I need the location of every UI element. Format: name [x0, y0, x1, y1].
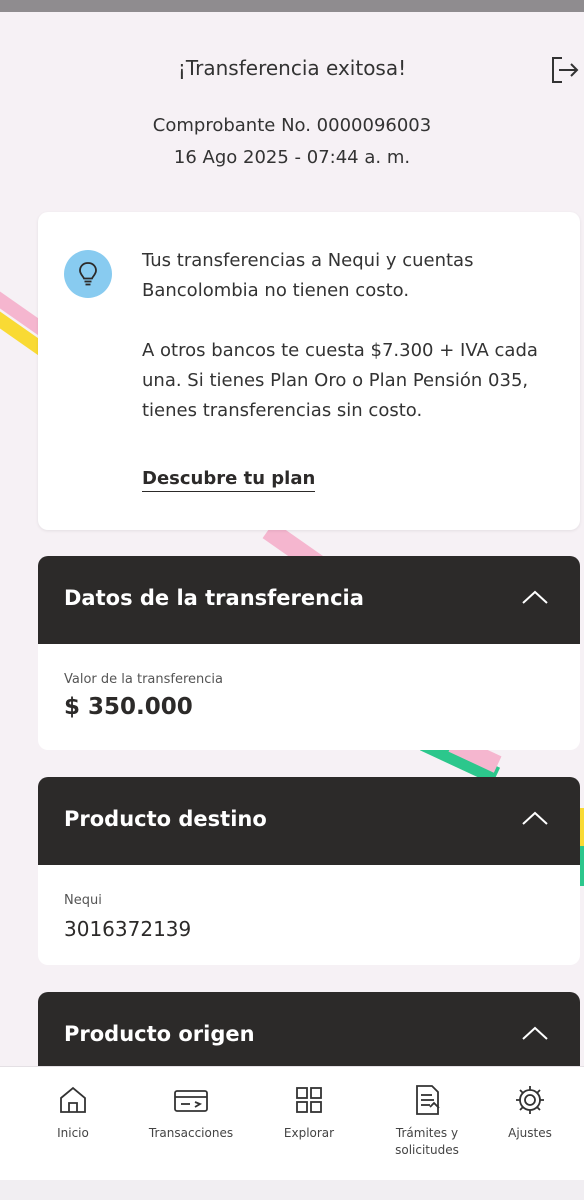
nav-label: Trámites y solicitudes — [395, 1126, 459, 1157]
system-nav-bar — [0, 1180, 584, 1200]
document-icon — [416, 1085, 440, 1115]
chevron-up-icon — [522, 590, 548, 604]
nav-item-tramites[interactable]: Trámites y solicitudes — [372, 1083, 482, 1159]
page-title: ¡Transferencia exitosa! — [177, 56, 407, 80]
section-title: Producto destino — [64, 807, 267, 831]
grid-icon — [296, 1087, 322, 1113]
discover-plan-link[interactable]: Descubre tu plan — [142, 468, 316, 492]
home-icon — [60, 1086, 86, 1113]
destination-label: Nequi — [64, 893, 102, 908]
transfer-value-label: Valor de la transferencia — [64, 672, 224, 687]
transfer-datetime: 16 Ago 2025 - 07:44 a. m. — [173, 147, 411, 168]
info-text: Tus transferencias a Nequi y cuentas Ban… — [142, 246, 562, 426]
nav-item-inicio[interactable]: Inicio — [18, 1083, 128, 1142]
destination-header[interactable]: Producto destino — [38, 777, 580, 865]
info-text-cost: A otros bancos te cuesta $7.300 + IVA ca… — [142, 340, 538, 421]
transfer-data-body: Valor de la transferencia $ 350.000 — [38, 644, 580, 750]
nav-label: Transacciones — [148, 1126, 234, 1140]
transfer-data-header[interactable]: Datos de la transferencia — [38, 556, 580, 644]
gear-icon — [516, 1086, 544, 1114]
chevron-up-icon — [522, 1026, 548, 1040]
bottom-navigation: Inicio Transacciones Explorar Trámites y… — [0, 1066, 584, 1181]
status-bar — [0, 0, 584, 12]
section-title: Producto origen — [64, 1022, 255, 1046]
nav-item-ajustes[interactable]: Ajustes — [480, 1083, 580, 1142]
voucher-number: Comprobante No. 0000096003 — [152, 115, 432, 136]
lightbulb-icon — [64, 250, 112, 298]
nav-label: Ajustes — [508, 1126, 552, 1140]
nav-item-explorar[interactable]: Explorar — [254, 1083, 364, 1142]
destination-account: 3016372139 — [64, 917, 192, 941]
voucher-info: Comprobante No. 0000096003 16 Ago 2025 -… — [0, 110, 584, 174]
transfer-value: $ 350.000 — [64, 694, 193, 720]
transactions-icon — [174, 1090, 208, 1112]
nav-item-transacciones[interactable]: Transacciones — [136, 1083, 246, 1142]
destination-body: Nequi 3016372139 — [38, 865, 580, 965]
logout-icon[interactable] — [548, 54, 580, 86]
nav-label: Inicio — [57, 1126, 89, 1140]
info-text-free: Tus transferencias a Nequi y cuentas Ban… — [142, 250, 474, 301]
info-card: Tus transferencias a Nequi y cuentas Ban… — [38, 212, 580, 530]
section-title: Datos de la transferencia — [64, 586, 364, 610]
chevron-up-icon — [522, 811, 548, 825]
nav-label: Explorar — [283, 1126, 335, 1140]
